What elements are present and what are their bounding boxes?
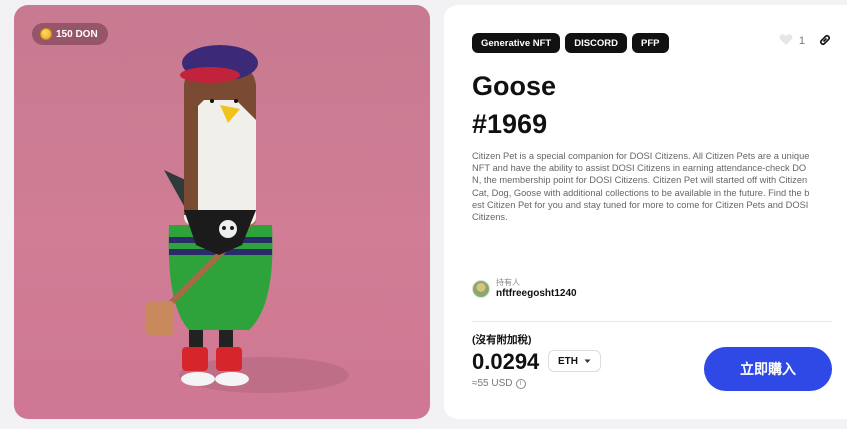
currency-label: ETH <box>558 355 578 367</box>
coin-icon <box>40 28 52 40</box>
usd-estimate-text: ≈55 USD <box>472 378 513 389</box>
nft-description: Citizen Pet is a special companion for D… <box>472 151 810 223</box>
link-icon[interactable] <box>819 34 831 49</box>
buy-now-button[interactable]: 立即購入 <box>704 347 832 391</box>
like-count: 1 <box>798 35 805 47</box>
section-divider <box>472 321 832 322</box>
nft-title: Goose #1969 <box>472 67 556 143</box>
tag-discord[interactable]: DISCORD <box>565 33 628 53</box>
don-reward-badge: 150 DON <box>32 23 108 45</box>
info-icon[interactable]: i <box>515 378 526 389</box>
tag-pfp[interactable]: PFP <box>632 33 669 53</box>
item-actions: 1 <box>779 33 831 49</box>
heart-icon[interactable] <box>779 33 793 49</box>
don-reward-text: 150 DON <box>56 28 98 40</box>
nft-number: #1969 <box>472 109 548 139</box>
price-value: 0.0294 <box>472 349 540 374</box>
usd-estimate: ≈55 USD i <box>472 378 526 389</box>
owner-info[interactable]: 持有人 nftfreegosht1240 <box>472 278 577 300</box>
tag-generative-nft[interactable]: Generative NFT <box>472 33 561 53</box>
owner-avatar[interactable] <box>472 280 490 298</box>
nft-artwork[interactable]: 150 DON <box>14 5 430 419</box>
owner-name[interactable]: nftfreegosht1240 <box>496 288 577 300</box>
goose-illustration <box>146 45 349 393</box>
currency-select[interactable]: ETH <box>548 350 601 372</box>
chevron-down-icon <box>584 359 591 363</box>
nft-name: Goose <box>472 71 557 101</box>
nft-detail-panel: Generative NFT DISCORD PFP 1 Goose #1969… <box>444 5 847 419</box>
tag-list: Generative NFT DISCORD PFP <box>472 33 669 53</box>
owner-label: 持有人 <box>496 278 520 287</box>
tax-note: (沒有附加稅) <box>472 334 532 346</box>
